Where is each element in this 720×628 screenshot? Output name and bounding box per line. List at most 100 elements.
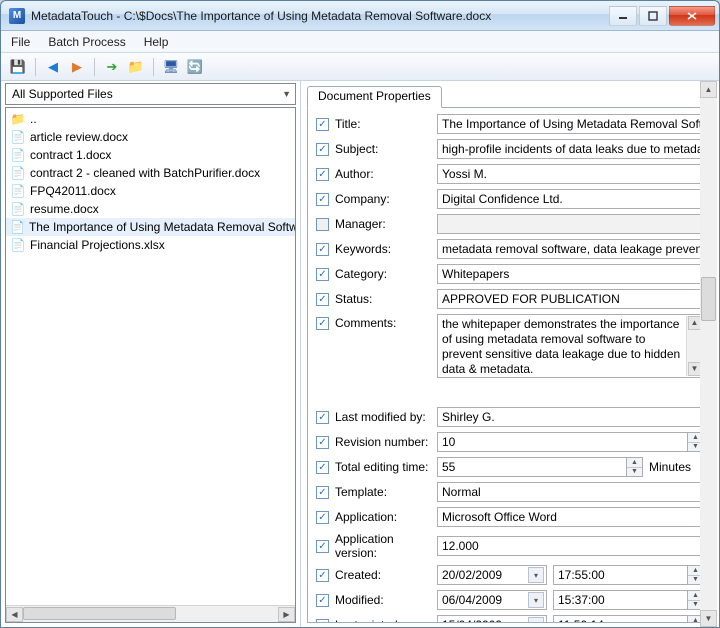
tab-document-properties[interactable]: Document Properties xyxy=(307,86,442,108)
spinner-editing-time[interactable]: ▲▼ xyxy=(627,457,643,477)
file-item[interactable]: 📄Financial Projections.xlsx xyxy=(6,236,295,254)
input-status[interactable]: APPROVED FOR PUBLICATION xyxy=(437,289,704,309)
input-company[interactable]: Digital Confidence Ltd. xyxy=(437,189,704,209)
monitor-icon[interactable]: 🖥 xyxy=(162,58,180,76)
checkbox-last-printed[interactable]: ✓ xyxy=(316,619,329,624)
scroll-track[interactable] xyxy=(700,98,717,610)
scroll-thumb[interactable] xyxy=(701,277,716,321)
maximize-button[interactable] xyxy=(639,6,667,26)
file-up-dir[interactable]: 📁 .. xyxy=(6,110,295,128)
input-application[interactable]: Microsoft Office Word xyxy=(437,507,704,527)
date-last-printed[interactable]: 15/04/2009 ▾ xyxy=(437,615,547,623)
input-category[interactable]: Whitepapers xyxy=(437,264,704,284)
time-modified[interactable]: 15:37:00 xyxy=(553,590,688,610)
input-template[interactable]: Normal xyxy=(437,482,704,502)
spin-down-icon[interactable]: ▼ xyxy=(627,468,642,477)
textarea-comments-text: the whitepaper demonstrates the importan… xyxy=(442,317,699,377)
input-author[interactable]: Yossi M. xyxy=(437,164,704,184)
file-filter-select[interactable]: All Supported Files ▼ xyxy=(5,83,296,105)
checkbox-company[interactable]: ✓ xyxy=(316,193,329,206)
checkbox-application[interactable]: ✓ xyxy=(316,511,329,524)
checkbox-subject[interactable]: ✓ xyxy=(316,143,329,156)
minimize-button[interactable] xyxy=(609,6,637,26)
file-item[interactable]: 📄contract 2 - cleaned with BatchPurifier… xyxy=(6,164,295,182)
checkbox-comments[interactable]: ✓ xyxy=(316,317,329,330)
maximize-icon xyxy=(648,11,658,21)
window-vscrollbar[interactable]: ▲ ▼ xyxy=(700,81,717,627)
scroll-thumb[interactable] xyxy=(23,607,176,620)
calendar-dropdown-icon[interactable]: ▾ xyxy=(528,617,544,623)
scroll-right-icon[interactable]: ▶ xyxy=(278,607,295,622)
checkbox-status[interactable]: ✓ xyxy=(316,293,329,306)
label-editing-time: Total editing time: xyxy=(335,460,437,474)
label-title: Title: xyxy=(335,117,437,131)
textarea-comments[interactable]: the whitepaper demonstrates the importan… xyxy=(437,314,704,378)
input-title[interactable]: The Importance of Using Metadata Removal… xyxy=(437,114,704,134)
menu-help[interactable]: Help xyxy=(144,35,169,49)
doc-icon: 📄 xyxy=(10,147,26,163)
save-icon[interactable]: 💾 xyxy=(9,58,27,76)
time-last-printed[interactable]: 11:50:14 xyxy=(553,615,688,623)
calendar-dropdown-icon[interactable]: ▾ xyxy=(528,592,544,608)
label-minutes: Minutes xyxy=(649,460,691,474)
checkbox-modified[interactable]: ✓ xyxy=(316,594,329,607)
scroll-up-icon[interactable]: ▲ xyxy=(700,81,717,98)
forward-arrow-icon[interactable]: ▶ xyxy=(68,58,86,76)
scroll-down-icon[interactable]: ▼ xyxy=(700,610,717,627)
input-manager[interactable] xyxy=(437,214,704,234)
date-modified[interactable]: 06/04/2009▾ xyxy=(437,590,547,610)
toolbar-separator xyxy=(153,58,154,76)
checkbox-manager[interactable] xyxy=(316,218,329,231)
file-list[interactable]: 📁 .. 📄article review.docx 📄contract 1.do… xyxy=(5,107,296,623)
input-app-version[interactable]: 12.000 xyxy=(437,536,704,556)
file-item[interactable]: 📄resume.docx xyxy=(6,200,295,218)
file-item[interactable]: 📄article review.docx xyxy=(6,128,295,146)
back-arrow-icon[interactable]: ◀ xyxy=(44,58,62,76)
file-item[interactable]: 📄FPQ42011.docx xyxy=(6,182,295,200)
spacer xyxy=(316,383,704,407)
input-last-modified-by[interactable]: Shirley G. xyxy=(437,407,704,427)
app-icon: M xyxy=(9,8,25,24)
checkbox-app-version[interactable]: ✓ xyxy=(316,540,329,553)
spin-up-icon[interactable]: ▲ xyxy=(627,458,642,468)
checkbox-category[interactable]: ✓ xyxy=(316,268,329,281)
doc-icon: 📄 xyxy=(10,165,26,181)
file-name: resume.docx xyxy=(30,202,99,216)
file-item-selected[interactable]: 📄The Importance of Using Metadata Remova… xyxy=(6,218,295,236)
menu-file[interactable]: File xyxy=(11,35,30,49)
next-arrow-icon[interactable]: ➔ xyxy=(103,58,121,76)
input-keywords[interactable]: metadata removal software, data leakage … xyxy=(437,239,704,259)
file-item[interactable]: 📄contract 1.docx xyxy=(6,146,295,164)
titlebar[interactable]: M MetadataTouch - C:\$Docs\The Importanc… xyxy=(1,1,719,31)
label-author: Author: xyxy=(335,167,437,181)
input-editing-time[interactable]: 55 xyxy=(437,457,627,477)
label-keywords: Keywords: xyxy=(335,242,437,256)
xls-icon: 📄 xyxy=(10,237,26,253)
checkbox-title[interactable]: ✓ xyxy=(316,118,329,131)
checkbox-author[interactable]: ✓ xyxy=(316,168,329,181)
label-template: Template: xyxy=(335,485,437,499)
input-subject[interactable]: high-profile incidents of data leaks due… xyxy=(437,139,704,159)
checkbox-revision[interactable]: ✓ xyxy=(316,436,329,449)
checkbox-last-modified-by[interactable]: ✓ xyxy=(316,411,329,424)
close-button[interactable] xyxy=(669,6,715,26)
time-created[interactable]: 17:55:00 xyxy=(553,565,688,585)
folder-icon[interactable]: 📁 xyxy=(127,58,145,76)
menu-batch-process[interactable]: Batch Process xyxy=(48,35,125,49)
date-last-printed-value: 15/04/2009 xyxy=(442,618,502,623)
checkbox-editing-time[interactable]: ✓ xyxy=(316,461,329,474)
scroll-track[interactable] xyxy=(23,607,278,622)
scroll-left-icon[interactable]: ◀ xyxy=(6,607,23,622)
file-list-hscrollbar[interactable]: ◀ ▶ xyxy=(6,605,295,622)
file-filter-label: All Supported Files xyxy=(12,87,113,101)
checkbox-keywords[interactable]: ✓ xyxy=(316,243,329,256)
refresh-icon[interactable]: 🔄 xyxy=(186,58,204,76)
label-subject: Subject: xyxy=(335,142,437,156)
checkbox-template[interactable]: ✓ xyxy=(316,486,329,499)
calendar-dropdown-icon[interactable]: ▾ xyxy=(528,567,544,583)
content-area: All Supported Files ▼ 📁 .. 📄article revi… xyxy=(1,81,719,627)
input-revision[interactable]: 10 xyxy=(437,432,688,452)
checkbox-created[interactable]: ✓ xyxy=(316,569,329,582)
date-created-value: 20/02/2009 xyxy=(442,568,502,582)
date-created[interactable]: 20/02/2009 ▾ xyxy=(437,565,547,585)
